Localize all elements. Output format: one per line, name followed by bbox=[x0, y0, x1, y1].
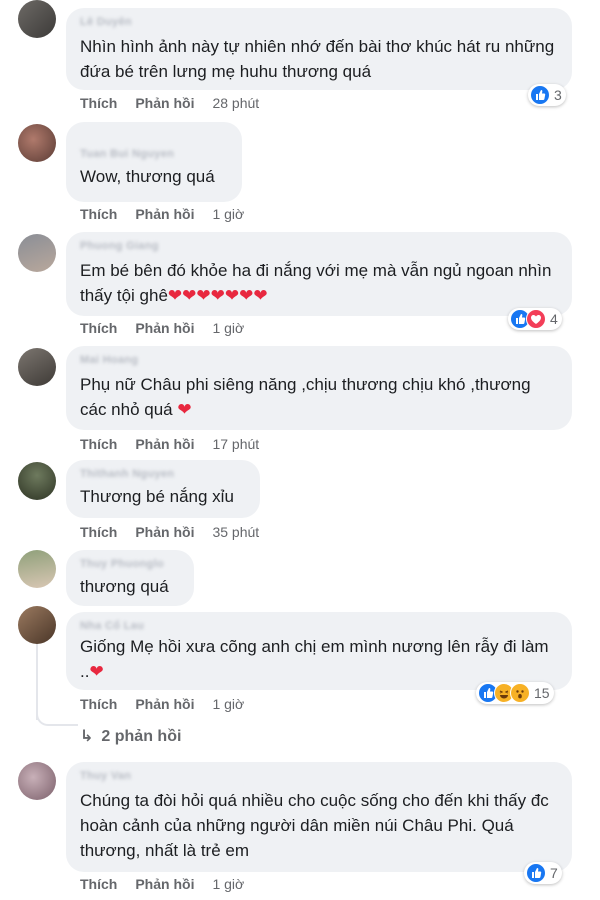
comment-text-body: Giống Mẹ hồi xưa cõng anh chị em mình nư… bbox=[80, 637, 549, 681]
comment-actions: Thích Phản hồi 28 phút bbox=[80, 95, 277, 111]
comment-actions: Thích Phản hồi 1 giờ bbox=[80, 876, 262, 892]
comment-text: Phụ nữ Châu phi siêng năng ,chịu thương … bbox=[80, 372, 558, 422]
comment-author[interactable]: Lê Duyên bbox=[80, 16, 558, 30]
comment-bubble: Thuy Phuonglo thương quá bbox=[66, 550, 194, 606]
avatar[interactable] bbox=[18, 462, 56, 500]
comment-author[interactable]: Mai Hoang bbox=[80, 354, 558, 368]
comment-author[interactable]: Phuong Giang bbox=[80, 240, 558, 254]
like-button[interactable]: Thích bbox=[80, 696, 117, 712]
reply-button[interactable]: Phản hồi bbox=[135, 696, 194, 712]
reply-button[interactable]: Phản hồi bbox=[135, 524, 194, 540]
reply-button[interactable]: Phản hồi bbox=[135, 436, 194, 452]
thread-connector bbox=[36, 706, 78, 726]
comment-bubble: Thuy Van Chúng ta đòi hỏi quá nhiều cho … bbox=[66, 762, 572, 872]
avatar[interactable] bbox=[18, 550, 56, 588]
heart-emojis: ❤ bbox=[177, 400, 192, 419]
comment-time[interactable]: 1 giờ bbox=[212, 320, 244, 336]
comment-bubble: Nha Cổ Lau Giống Mẹ hồi xưa cõng anh chị… bbox=[66, 612, 572, 690]
reaction-summary[interactable]: 15 bbox=[476, 682, 554, 704]
reaction-summary[interactable]: 3 bbox=[528, 84, 566, 106]
comment-time[interactable]: 35 phút bbox=[212, 524, 259, 540]
comment-author[interactable]: Thuy Phuonglo bbox=[80, 558, 180, 572]
reply-button[interactable]: Phản hồi bbox=[135, 95, 194, 111]
comment-actions: Thích Phản hồi 35 phút bbox=[80, 524, 277, 540]
reply-button[interactable]: Phản hồi bbox=[135, 876, 194, 892]
reaction-summary[interactable]: 7 bbox=[524, 862, 562, 884]
comment-author[interactable]: Thithanh Nguyen bbox=[80, 468, 246, 482]
comment-actions: Thích Phản hồi 1 giờ bbox=[80, 320, 262, 336]
comment-actions: Thích Phản hồi 1 giờ bbox=[80, 696, 262, 712]
comment-author[interactable]: Thuy Van bbox=[80, 770, 558, 784]
heart-emojis: ❤ bbox=[89, 662, 104, 681]
avatar[interactable] bbox=[18, 234, 56, 272]
reaction-count: 7 bbox=[550, 865, 558, 881]
like-button[interactable]: Thích bbox=[80, 876, 117, 892]
comment-text: Giống Mẹ hồi xưa cõng anh chị em mình nư… bbox=[80, 634, 558, 684]
comment-bubble: Lê Duyên Nhìn hình ảnh này tự nhiên nhớ … bbox=[66, 8, 572, 90]
like-button[interactable]: Thích bbox=[80, 320, 117, 336]
wow-reaction-icon bbox=[510, 683, 530, 703]
comment-text: Wow, thương quá bbox=[80, 167, 215, 186]
comment-text: Em bé bên đó khỏe ha đi nắng với mẹ mà v… bbox=[80, 258, 558, 308]
view-replies-link[interactable]: ↳ 2 phản hồi bbox=[80, 726, 181, 746]
like-button[interactable]: Thích bbox=[80, 436, 117, 452]
love-reaction-icon bbox=[526, 309, 546, 329]
comment-time[interactable]: 17 phút bbox=[212, 436, 259, 452]
like-button[interactable]: Thích bbox=[80, 95, 117, 111]
avatar[interactable] bbox=[18, 606, 56, 644]
comment-bubble: Thithanh Nguyen Thương bé nắng xỉu bbox=[66, 460, 260, 518]
avatar[interactable] bbox=[18, 124, 56, 162]
reply-button[interactable]: Phản hồi bbox=[135, 206, 194, 222]
reply-button[interactable]: Phản hồi bbox=[135, 320, 194, 336]
comment-actions: Thích Phản hồi 17 phút bbox=[80, 436, 277, 452]
comment-time[interactable]: 1 giờ bbox=[212, 696, 244, 712]
reaction-count: 3 bbox=[554, 87, 562, 103]
replies-count: 2 phản hồi bbox=[101, 728, 182, 745]
comment-text-body: Em bé bên đó khỏe ha đi nắng với mẹ mà v… bbox=[80, 261, 552, 305]
comment-author[interactable]: Nha Cổ Lau bbox=[80, 620, 558, 634]
avatar[interactable] bbox=[18, 762, 56, 800]
like-reaction-icon bbox=[530, 85, 550, 105]
comment-text: Nhìn hình ảnh này tự nhiên nhớ đến bài t… bbox=[80, 37, 555, 81]
like-button[interactable]: Thích bbox=[80, 524, 117, 540]
like-button[interactable]: Thích bbox=[80, 206, 117, 222]
reply-arrow-icon: ↳ bbox=[80, 728, 94, 745]
comment-text: Thương bé nắng xỉu bbox=[80, 487, 234, 506]
avatar[interactable] bbox=[18, 348, 56, 386]
comment-bubble: Mai Hoang Phụ nữ Châu phi siêng năng ,ch… bbox=[66, 346, 572, 430]
comment-time[interactable]: 28 phút bbox=[212, 95, 259, 111]
avatar[interactable] bbox=[18, 0, 56, 38]
comment-bubble: Phuong Giang Em bé bên đó khỏe ha đi nắn… bbox=[66, 232, 572, 316]
comment-text: thương quá bbox=[80, 577, 169, 596]
comment-author[interactable]: Tuan Bui Nguyen bbox=[80, 148, 228, 162]
comment-time[interactable]: 1 giờ bbox=[212, 206, 244, 222]
comment-bubble: Tuan Bui Nguyen Wow, thương quá bbox=[66, 122, 242, 202]
comment-text: Chúng ta đòi hỏi quá nhiều cho cuộc sống… bbox=[80, 791, 549, 860]
reaction-count: 15 bbox=[534, 685, 550, 701]
comment-text-body: Phụ nữ Châu phi siêng năng ,chịu thương … bbox=[80, 375, 531, 419]
like-reaction-icon bbox=[526, 863, 546, 883]
reaction-summary[interactable]: 4 bbox=[508, 308, 562, 330]
heart-emojis: ❤❤❤❤❤❤❤ bbox=[167, 286, 268, 305]
reaction-count: 4 bbox=[550, 311, 558, 327]
comment-time[interactable]: 1 giờ bbox=[212, 876, 244, 892]
comment-actions: Thích Phản hồi 1 giờ bbox=[80, 206, 262, 222]
